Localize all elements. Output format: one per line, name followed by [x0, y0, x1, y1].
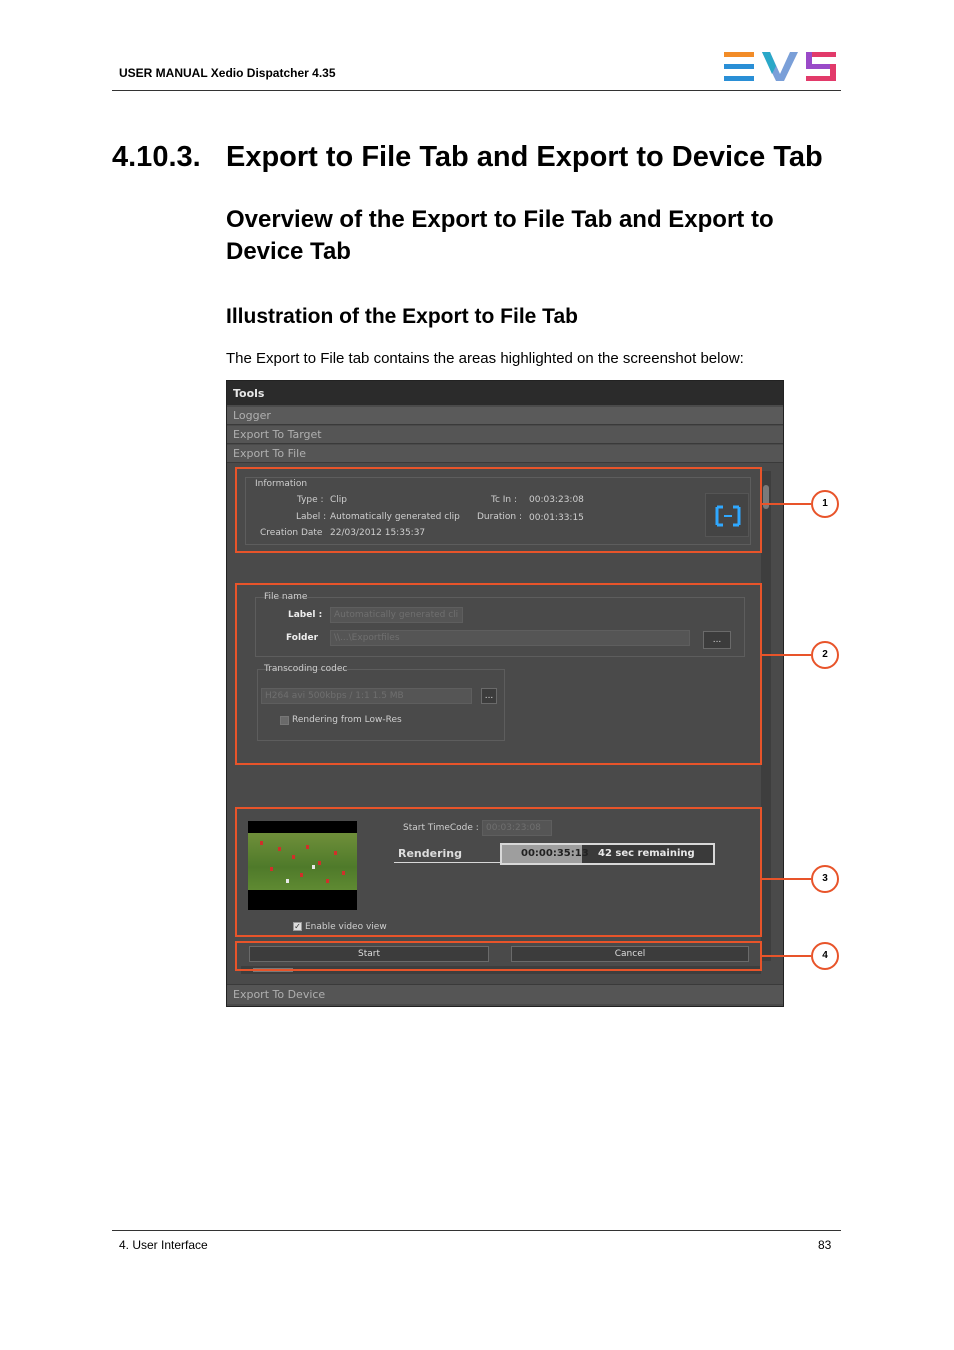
callout-line-1	[761, 503, 811, 505]
callout-2: 2	[811, 641, 839, 669]
tab-export-to-target[interactable]: Export To Target	[227, 426, 783, 444]
section-title: Export to File Tab and Export to Device …	[226, 141, 823, 173]
callout-4: 4	[811, 942, 839, 970]
tab-export-to-file[interactable]: Export To File	[227, 445, 783, 463]
callout-line-2	[761, 654, 811, 656]
footer-chapter: 4. User Interface	[119, 1238, 208, 1252]
page-number: 83	[818, 1238, 832, 1252]
highlight-area-1	[235, 467, 762, 553]
section-number: 4.10.3.	[112, 141, 201, 173]
header-title: USER MANUAL Xedio Dispatcher 4.35	[119, 66, 336, 80]
footer-rule	[112, 1230, 841, 1231]
intro-paragraph: The Export to File tab contains the area…	[226, 350, 744, 367]
illustration-heading: Illustration of the Export to File Tab	[226, 305, 578, 328]
vertical-scrollbar[interactable]	[761, 471, 771, 961]
highlight-area-3	[235, 807, 762, 937]
tab-export-to-device[interactable]: Export To Device	[227, 984, 783, 1004]
export-to-file-screenshot: Tools Logger Export To Target Export To …	[226, 380, 784, 1007]
callout-line-4	[761, 955, 811, 957]
section-subtitle: Overview of the Export to File Tab and E…	[226, 206, 774, 265]
highlight-area-2	[235, 583, 762, 765]
tools-title: Tools	[227, 381, 783, 405]
callout-1: 1	[811, 490, 839, 518]
header-rule	[112, 90, 841, 91]
highlight-area-4	[235, 941, 762, 971]
evs-logo	[724, 52, 836, 81]
tab-logger[interactable]: Logger	[227, 407, 783, 425]
callout-3: 3	[811, 865, 839, 893]
scrollbar-thumb[interactable]	[763, 485, 769, 509]
callout-line-3	[761, 878, 811, 880]
